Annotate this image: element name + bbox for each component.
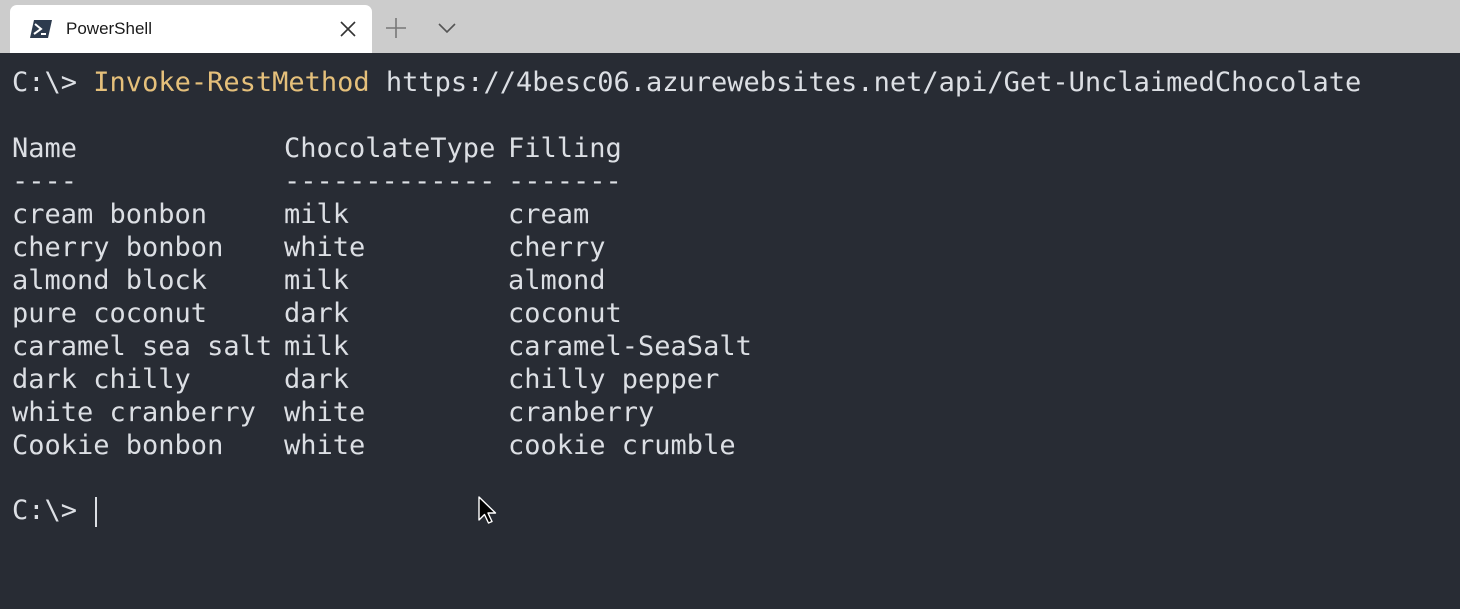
cell-filling: cookie crumble	[508, 430, 736, 461]
cell-name: cream bonbon	[12, 199, 208, 230]
separator-filling: -------	[508, 166, 622, 197]
header-filling: Filling	[508, 133, 622, 164]
cell-name: dark chilly	[12, 364, 191, 395]
cell-chocolate-type: white	[284, 232, 366, 263]
cell-name: almond block	[12, 265, 208, 296]
text-cursor	[95, 496, 98, 527]
cell-filling: cherry	[508, 232, 606, 263]
cell-chocolate-type: milk	[284, 331, 350, 362]
cell-name: white cranberry	[12, 397, 256, 428]
cell-chocolate-type: milk	[284, 199, 350, 230]
cell-name: cherry bonbon	[12, 232, 224, 263]
separator-name: ----	[12, 166, 78, 197]
separator-chocolate-type: -------------	[284, 166, 496, 197]
tab-powershell[interactable]: PowerShell	[10, 5, 372, 53]
mouse-pointer-icon	[478, 496, 498, 526]
powershell-icon	[30, 19, 52, 39]
cell-chocolate-type: dark	[284, 298, 350, 329]
cell-chocolate-type: white	[284, 397, 366, 428]
terminal-window: PowerShell C:\> Invoke-RestMethod https:…	[0, 0, 1460, 609]
prompt: C:\>	[12, 67, 78, 98]
tab-title: PowerShell	[66, 19, 152, 38]
command-line: C:\> Invoke-RestMethod https://4besc06.a…	[12, 66, 1361, 99]
header-name: Name	[12, 133, 78, 164]
cell-chocolate-type: white	[284, 430, 366, 461]
prompt-line: C:\>	[12, 494, 98, 527]
tab-strip: PowerShell	[0, 0, 1460, 53]
chevron-down-icon[interactable]	[431, 12, 463, 44]
plus-icon[interactable]	[380, 12, 412, 44]
cell-filling: cranberry	[508, 397, 655, 428]
cell-filling: chilly pepper	[508, 364, 720, 395]
final-prompt: C:\>	[12, 495, 78, 526]
cell-chocolate-type: milk	[284, 265, 350, 296]
cell-chocolate-type: dark	[284, 364, 350, 395]
cmdlet: Invoke-RestMethod	[93, 67, 370, 98]
terminal-output[interactable]: C:\> Invoke-RestMethod https://4besc06.a…	[0, 53, 1460, 609]
cell-filling: caramel-SeaSalt	[508, 331, 752, 362]
close-icon[interactable]	[338, 19, 358, 39]
cell-filling: cream	[508, 199, 590, 230]
cell-filling: almond	[508, 265, 606, 296]
header-chocolate-type: ChocolateType	[284, 133, 496, 164]
cell-name: caramel sea salt	[12, 331, 273, 362]
cell-name: Cookie bonbon	[12, 430, 224, 461]
cell-filling: coconut	[508, 298, 622, 329]
cell-name: pure coconut	[12, 298, 208, 329]
command-url: https://4besc06.azurewebsites.net/api/Ge…	[385, 67, 1362, 98]
